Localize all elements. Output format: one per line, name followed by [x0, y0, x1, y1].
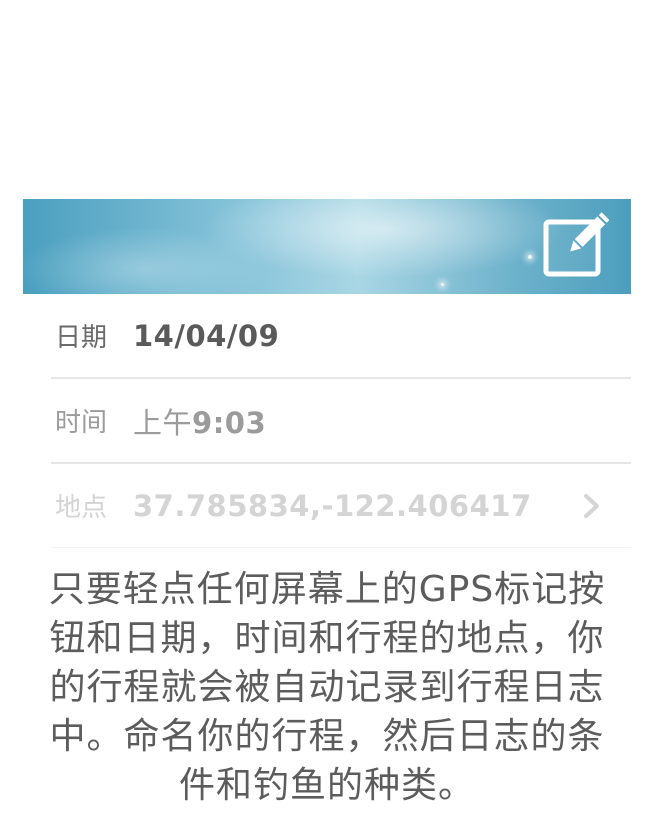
time-value: 上午9:03	[133, 400, 266, 442]
sparkle-decoration	[441, 283, 444, 286]
edit-button[interactable]	[543, 212, 610, 278]
edit-pencil-icon	[543, 212, 610, 277]
location-label: 地点	[55, 493, 108, 523]
date-value: 14/04/09	[133, 318, 280, 353]
date-label: 日期	[55, 323, 108, 353]
trip-log-screen: 日期 14/04/09 时间 上午9:03 地点 37.785834,-122.…	[0, 0, 654, 839]
sparkle-decoration	[528, 255, 532, 259]
time-row[interactable]: 时间 上午9:03	[51, 379, 631, 464]
time-period: 上午	[133, 405, 193, 440]
header-banner	[23, 199, 631, 294]
time-label: 时间	[55, 408, 108, 438]
chevron-right-icon[interactable]	[581, 492, 603, 520]
trip-info-list: 日期 14/04/09 时间 上午9:03 地点 37.785834,-122.…	[51, 294, 631, 548]
time-clock: 9:03	[192, 405, 267, 440]
location-value: 37.785834,-122.406417	[133, 488, 532, 523]
instruction-text: 只要轻点任何屏幕上的GPS标记按钮和日期，时间和行程的地点，你的行程就会被自动记…	[48, 569, 606, 806]
date-row[interactable]: 日期 14/04/09	[51, 294, 631, 379]
location-row[interactable]: 地点 37.785834,-122.406417	[51, 464, 631, 548]
